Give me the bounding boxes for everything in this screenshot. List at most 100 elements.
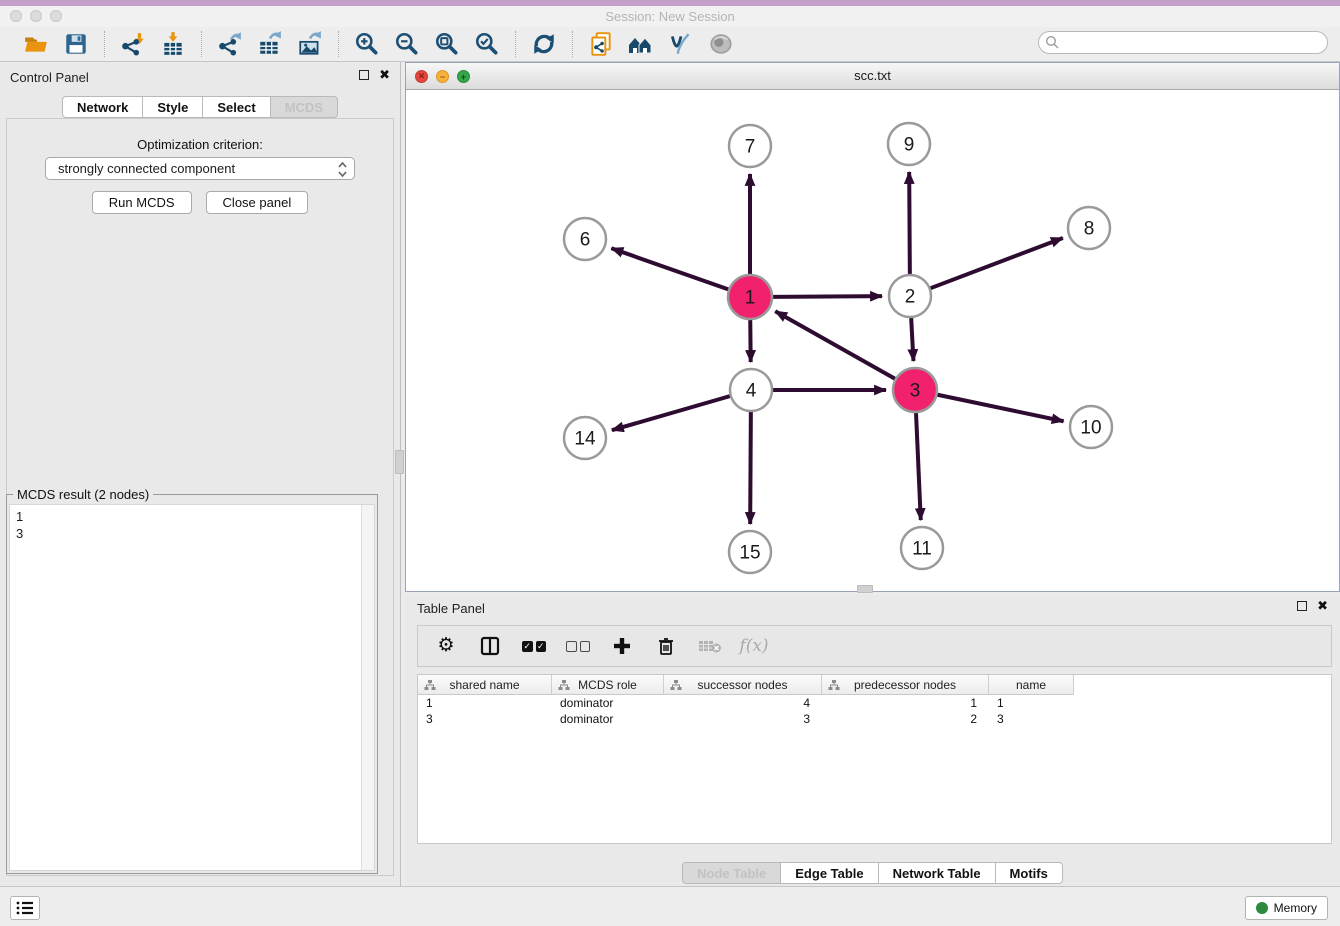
add-column-icon[interactable] bbox=[610, 634, 634, 658]
graph-edge-2-3[interactable] bbox=[911, 318, 913, 361]
open-session-icon[interactable] bbox=[22, 30, 50, 58]
graph-node-label-6: 6 bbox=[580, 230, 591, 251]
graph-node-label-15: 15 bbox=[739, 543, 760, 564]
tab-edge-table[interactable]: Edge Table bbox=[780, 862, 878, 884]
float-table-panel-icon[interactable] bbox=[1297, 601, 1307, 611]
hide-selected-icon[interactable] bbox=[707, 30, 735, 58]
criterion-dropdown[interactable]: strongly connected component bbox=[45, 157, 355, 180]
network-graph: 1234678910111415 bbox=[406, 90, 1339, 591]
close-panel-button[interactable]: Close panel bbox=[206, 191, 309, 214]
graph-node-label-8: 8 bbox=[1084, 219, 1095, 240]
tab-motifs[interactable]: Motifs bbox=[995, 862, 1063, 884]
tab-mcds[interactable]: MCDS bbox=[270, 96, 338, 118]
cell-shared-name: 3 bbox=[418, 711, 552, 727]
optimization-criterion-label: Optimization criterion: bbox=[7, 137, 393, 152]
column-header-mcds-role[interactable]: MCDS role bbox=[552, 675, 664, 695]
function-builder-icon[interactable]: f(x) bbox=[742, 634, 766, 658]
graph-edge-1-2[interactable] bbox=[773, 296, 882, 297]
table-tabs: Node Table Edge Table Network Table Moti… bbox=[405, 862, 1340, 884]
select-all-rows-icon[interactable]: ✓✓ bbox=[522, 634, 546, 658]
tab-network-table[interactable]: Network Table bbox=[878, 862, 996, 884]
zoom-out-icon[interactable] bbox=[393, 30, 421, 58]
control-panel-title: Control Panel bbox=[10, 70, 89, 85]
graph-edge-3-1[interactable] bbox=[775, 311, 895, 378]
table-row[interactable]: 3 dominator 3 2 3 bbox=[418, 711, 1331, 727]
zoom-in-icon[interactable] bbox=[353, 30, 381, 58]
delete-column-icon[interactable] bbox=[654, 634, 678, 658]
table-row[interactable]: 1 dominator 4 1 1 bbox=[418, 695, 1331, 711]
close-table-panel-icon[interactable]: ✖ bbox=[1317, 601, 1328, 611]
import-table-icon[interactable] bbox=[159, 30, 187, 58]
graph-edge-3-10[interactable] bbox=[938, 395, 1064, 422]
first-neighbors-icon[interactable] bbox=[627, 30, 655, 58]
paint-style-icon[interactable] bbox=[667, 30, 695, 58]
graph-edge-1-6[interactable] bbox=[611, 248, 728, 289]
zoom-fit-icon[interactable] bbox=[433, 30, 461, 58]
export-table-icon[interactable] bbox=[256, 30, 284, 58]
float-panel-icon[interactable] bbox=[359, 70, 369, 80]
graph-node-label-11: 11 bbox=[912, 539, 932, 560]
mcds-result-textarea[interactable]: 1 3 bbox=[9, 504, 375, 871]
network-window-titlebar[interactable]: ✕ − + scc.txt bbox=[406, 63, 1339, 90]
tab-network[interactable]: Network bbox=[62, 96, 143, 118]
result-scrollbar[interactable] bbox=[361, 505, 374, 870]
export-network-icon[interactable] bbox=[216, 30, 244, 58]
cell-shared-name: 1 bbox=[418, 695, 552, 711]
graph-edge-2-8[interactable] bbox=[931, 238, 1063, 288]
criterion-dropdown-value: strongly connected component bbox=[58, 161, 235, 176]
graph-edge-4-14[interactable] bbox=[612, 396, 730, 430]
application-window: Session: New Session bbox=[0, 0, 1340, 926]
export-image-icon[interactable] bbox=[296, 30, 324, 58]
mcds-result-title: MCDS result (2 nodes) bbox=[13, 487, 153, 502]
memory-button[interactable]: Memory bbox=[1245, 896, 1328, 920]
cell-name: 3 bbox=[989, 711, 1074, 727]
control-panel-tabs: Network Style Select MCDS bbox=[0, 96, 400, 118]
column-type-icon bbox=[424, 679, 436, 691]
graph-edge-4-15[interactable] bbox=[750, 412, 751, 524]
save-session-icon[interactable] bbox=[62, 30, 90, 58]
tab-style[interactable]: Style bbox=[142, 96, 203, 118]
cell-mcds-role: dominator bbox=[552, 695, 664, 711]
clone-network-icon[interactable] bbox=[587, 30, 615, 58]
apply-layout-icon[interactable] bbox=[530, 30, 558, 58]
tab-select[interactable]: Select bbox=[202, 96, 270, 118]
column-header-predecessor-nodes[interactable]: predecessor nodes bbox=[822, 675, 989, 695]
run-mcds-button[interactable]: Run MCDS bbox=[92, 191, 192, 214]
network-canvas[interactable]: 1234678910111415 bbox=[406, 90, 1339, 591]
network-window-title: scc.txt bbox=[406, 68, 1339, 83]
app-title: Session: New Session bbox=[0, 9, 1340, 24]
table-header-row: shared name MCDS role successor nodes pr… bbox=[418, 675, 1331, 695]
network-view-window: ✕ − + scc.txt 1234678910111415 bbox=[405, 62, 1340, 592]
column-header-successor-nodes[interactable]: successor nodes bbox=[664, 675, 822, 695]
graph-node-label-4: 4 bbox=[746, 381, 757, 402]
graph-node-label-10: 10 bbox=[1080, 418, 1101, 439]
show-column-panel-icon[interactable] bbox=[478, 634, 502, 658]
column-header-shared-name[interactable]: shared name bbox=[418, 675, 552, 695]
deselect-all-rows-icon[interactable] bbox=[566, 634, 590, 658]
vertical-splitter-handle[interactable] bbox=[395, 450, 404, 474]
status-bar: Memory bbox=[0, 886, 1340, 926]
search-input[interactable] bbox=[1038, 31, 1328, 54]
graph-edge-3-11[interactable] bbox=[916, 413, 921, 520]
node-table: shared name MCDS role successor nodes pr… bbox=[417, 674, 1332, 844]
column-type-icon bbox=[828, 679, 840, 691]
zoom-selected-icon[interactable] bbox=[473, 30, 501, 58]
delete-table-icon[interactable] bbox=[698, 634, 722, 658]
graph-edge-2-9[interactable] bbox=[909, 172, 910, 274]
tab-node-table[interactable]: Node Table bbox=[682, 862, 781, 884]
cell-predecessor-nodes: 1 bbox=[822, 695, 989, 711]
column-type-icon bbox=[670, 679, 682, 691]
close-panel-icon[interactable]: ✖ bbox=[379, 70, 390, 80]
table-panel-title: Table Panel bbox=[417, 601, 485, 616]
import-network-icon[interactable] bbox=[119, 30, 147, 58]
column-header-name[interactable]: name bbox=[989, 675, 1074, 695]
memory-label: Memory bbox=[1274, 901, 1317, 915]
cell-successor-nodes: 4 bbox=[664, 695, 822, 711]
horizontal-splitter-handle[interactable] bbox=[857, 585, 873, 593]
app-titlebar[interactable]: Session: New Session bbox=[0, 6, 1340, 27]
cell-mcds-role: dominator bbox=[552, 711, 664, 727]
result-line: 3 bbox=[16, 525, 368, 542]
cell-predecessor-nodes: 2 bbox=[822, 711, 989, 727]
table-settings-icon[interactable]: ⚙ bbox=[434, 634, 458, 658]
task-history-button[interactable] bbox=[10, 896, 40, 920]
